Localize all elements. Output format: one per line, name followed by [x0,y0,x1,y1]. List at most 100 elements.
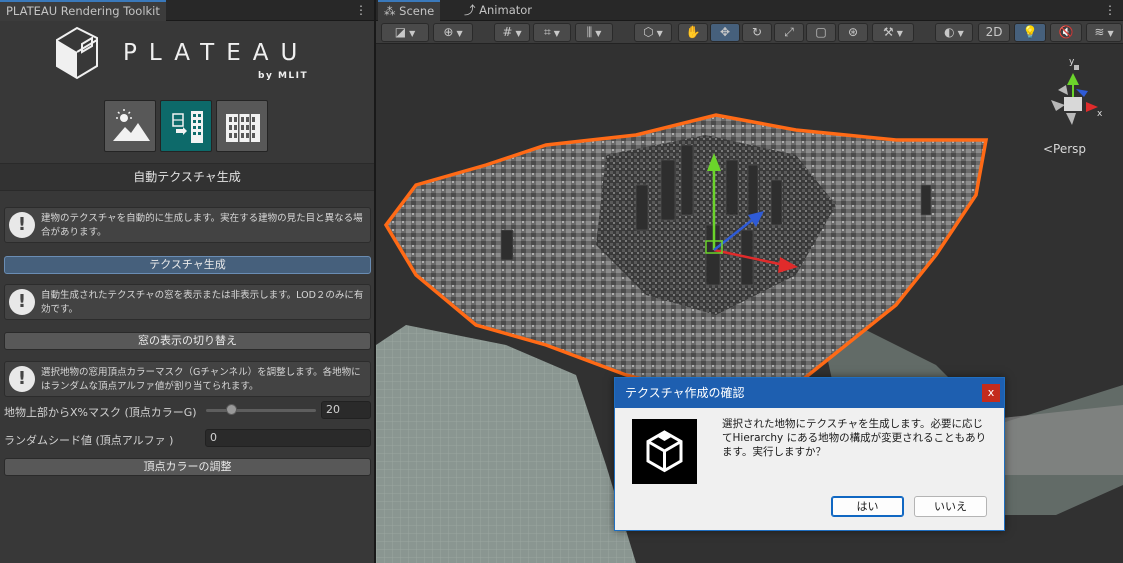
info-icon: ! [9,212,35,238]
scale-tool-button[interactable]: ⤢ [774,23,804,42]
chevron-down-icon: ▼ [656,29,663,38]
rotate-tool-button[interactable]: ↻ [742,23,772,42]
move-icon: ✥ [719,25,731,39]
move-tool-button[interactable]: ✥ [710,23,740,42]
dialog-title: テクスチャ作成の確認 [625,386,745,400]
panel-tabbar: PLATEAU Rendering Toolkit ⋮ [0,0,374,21]
hand-icon: ✋ [685,25,701,39]
globe-icon: ⊕ [443,25,454,39]
mask-percent-slider-handle[interactable] [226,404,237,415]
mask-percent-field[interactable]: 20 [321,401,371,419]
random-seed-label: ランダムシード値 (頂点アルファ ) [4,434,174,447]
shading-mode-icon: ◪ [394,25,407,39]
scene-tab-icon: ⁂ [384,4,396,18]
texture-confirm-dialog: テクスチャ作成の確認 x 選択された地物にテクスチャを生成します。必要に応じてH… [614,377,1005,531]
dialog-titlebar: テクスチャ作成の確認 x [615,378,1004,408]
toggle-2d-label: 2D [985,25,1003,39]
scene-tabbar: ⁂ Scene ⤴ Animator ⋮ [376,0,1123,21]
dialog-close-button[interactable]: x [982,384,1000,402]
shading-dropdown[interactable]: ◐ ▼ [935,23,973,42]
effects-dropdown[interactable]: ≋ ▼ [1086,23,1122,42]
draw-mode-dropdown[interactable]: ◪ ▼ [381,23,429,42]
mask-percent-slider-track[interactable] [206,409,316,412]
mode-button-environment[interactable] [104,100,156,152]
info-icon: ! [9,366,35,392]
plateau-logo: PLATEAU by MLIT [55,26,325,88]
chevron-down-icon: ▼ [409,29,416,38]
logo-byline: by MLIT [258,71,309,81]
gizmo-object-dropdown[interactable]: ⬡ ▼ [634,23,672,42]
axis-x-label: x [1097,109,1103,119]
transform-icon: ⊛ [847,25,859,39]
generate-texture-button[interactable]: テクスチャ生成 [4,256,371,274]
align-dropdown[interactable]: ⫼ ▼ [575,23,613,42]
light-bulb-icon: 💡 [1022,25,1038,39]
layers-icon: ≋ [1094,25,1105,39]
close-icon: x [987,386,995,399]
tab-scene[interactable]: ⁂ Scene [378,0,441,21]
logo-wordmark: PLATEAU [123,40,310,66]
transform-tool-button[interactable]: ⊛ [838,23,868,42]
tab-plateau-rendering-toolkit[interactable]: PLATEAU Rendering Toolkit [0,0,166,21]
toggle-lighting-button[interactable]: 💡 [1014,23,1046,42]
toggle-windows-button[interactable]: 窓の表示の切り替え [4,332,371,350]
scene-toolbar: ◪ ▼ ⊕ ▼ # ▼ ⌗ ▼ ⫼ ▼ ⬡ ▼ ✋ ✥ ↻ ⤢ ▢ ⊛ ⚒ ▼ ◐ ▼ 2D 💡… [376,21,1123,44]
info-icon: ! [9,289,35,315]
custom-tools-dropdown[interactable]: ⚒ ▼ [872,23,914,42]
animator-tab-icon: ⤴ [464,3,476,17]
rect-tool-icon: ▢ [815,25,827,39]
tools-icon: ⚒ [883,25,894,39]
align-icon: ⫼ [586,25,593,39]
tab-animator[interactable]: ⤴ Animator [458,0,538,21]
chevron-down-icon: ▼ [553,29,560,38]
landscape-icon [113,109,150,141]
kebab-menu-icon[interactable]: ⋮ [1104,3,1116,17]
yes-button[interactable]: はい [831,496,904,517]
help-text: 自動生成されたテクスチャの窓を表示または非表示します。LOD２のみに有効です。 [41,290,364,315]
snap-grid-icon: ⌗ [544,25,551,39]
help-text: 選択地物の窓用頂点カラーマスク（Gチャンネル）を調整します。各地物にはランダムな… [41,367,361,392]
dialog-message: 選択された地物にテクスチャを生成します。必要に応じてHierarchy にある地… [722,418,987,458]
orientation-gizmo[interactable]: y x [1051,57,1103,125]
toggle-audio-button[interactable]: 🔇 [1050,23,1082,42]
mode-button-buildings[interactable] [216,100,268,152]
chevron-down-icon: ▼ [595,29,602,38]
mode-button-texture[interactable] [160,100,212,152]
plateau-cube-icon [56,26,98,80]
scene-visibility-dropdown[interactable]: ⊕ ▼ [433,23,473,42]
scale-icon: ⤢ [784,25,794,39]
cube-icon: ⬡ [643,25,654,39]
grid-snap-dropdown[interactable]: # ▼ [494,23,530,42]
help-box-windows: ! 自動生成されたテクスチャの窓を表示または非表示します。LOD２のみに有効です… [4,284,371,320]
no-button[interactable]: いいえ [914,496,987,517]
help-box-vertex-color: ! 選択地物の窓用頂点カラーマスク（Gチャンネル）を調整します。各地物にはランダ… [4,361,371,397]
section-title: 自動テクスチャ生成 [0,163,374,191]
sphere-shading-icon: ◐ [944,25,955,39]
toggle-2d-button[interactable]: 2D [978,23,1010,42]
building-texture-icon [172,111,203,143]
chevron-down-icon: ▼ [456,29,463,38]
increment-snap-dropdown[interactable]: ⌗ ▼ [533,23,571,42]
tab-scene-label: Scene [399,4,435,18]
chevron-down-icon: ▼ [896,29,903,38]
hand-tool-button[interactable]: ✋ [678,23,708,42]
chevron-down-icon: ▼ [515,29,522,38]
random-seed-field[interactable]: 0 [205,429,371,447]
perspective-toggle[interactable]: <Persp [1043,142,1086,156]
chevron-down-icon: ▼ [957,29,964,38]
building-windows-icon [226,114,260,142]
rendering-toolkit-panel: PLATEAU Rendering Toolkit ⋮ PLATEAU by M… [0,0,375,563]
help-text: 建物のテクスチャを自動的に生成します。実在する建物の見た目と異なる場合があります… [41,213,363,238]
mask-percent-label: 地物上部からX%マスク (頂点カラーG) [4,406,197,419]
tab-animator-label: Animator [479,3,533,17]
kebab-menu-icon[interactable]: ⋮ [355,3,367,17]
axis-y-label: y [1069,57,1075,67]
chevron-down-icon: ▼ [1107,29,1114,38]
grid-icon: # [502,25,513,39]
rect-tool-button[interactable]: ▢ [806,23,836,42]
rotate-icon: ↻ [751,25,763,39]
unity-logo-icon [632,419,697,484]
help-box-texture: ! 建物のテクスチャを自動的に生成します。実在する建物の見た目と異なる場合があり… [4,207,371,243]
adjust-vertex-color-button[interactable]: 頂点カラーの調整 [4,458,371,476]
audio-mute-icon: 🔇 [1058,25,1074,39]
